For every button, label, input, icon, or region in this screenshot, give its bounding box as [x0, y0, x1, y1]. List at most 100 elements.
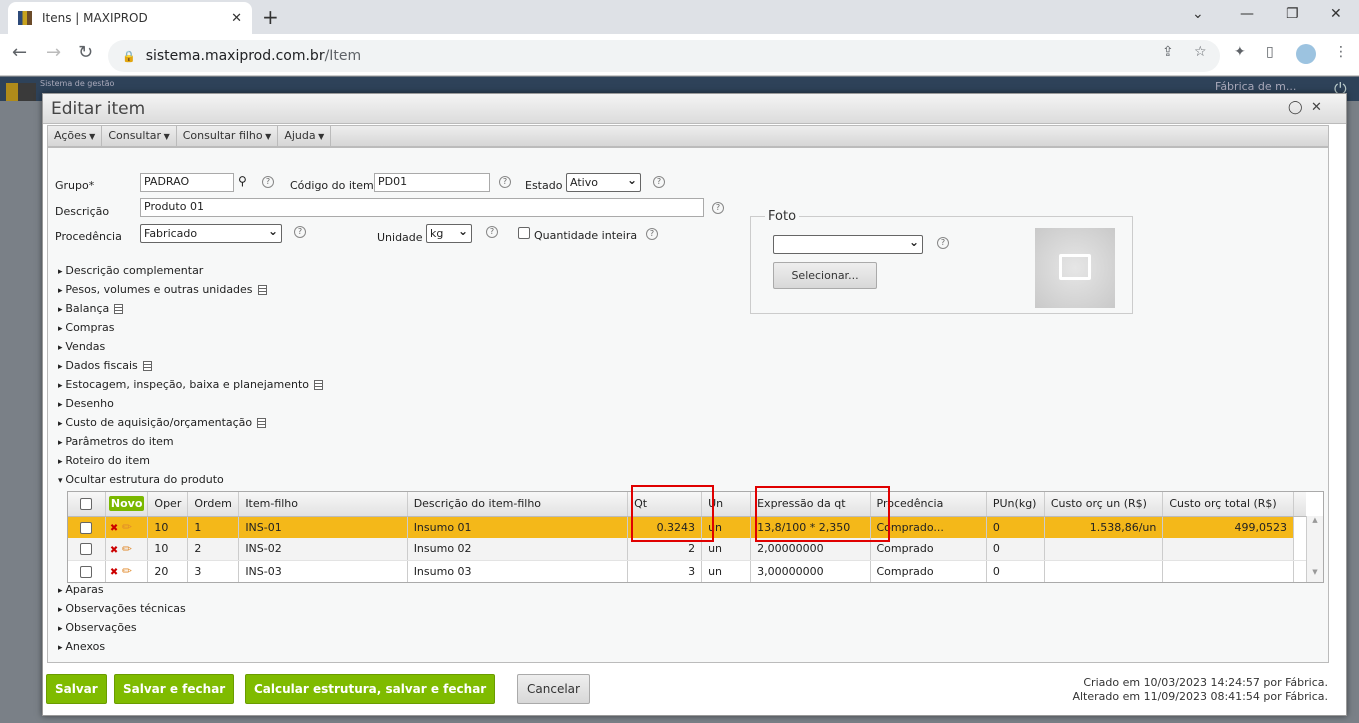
cancelar-button[interactable]: Cancelar [517, 674, 590, 704]
menu-consultar-filho[interactable]: Consultar filho [177, 126, 279, 146]
user-name[interactable]: Fábrica de m... [1215, 80, 1296, 93]
grid-cell [1162, 560, 1294, 582]
help-icon[interactable]: ? [653, 176, 665, 188]
row-checkbox[interactable] [80, 543, 93, 556]
unidade-select[interactable]: kg [426, 224, 472, 243]
reload-icon[interactable]: ↻ [78, 42, 93, 63]
section-label: Custo de aquisição/orçamentação [65, 416, 253, 429]
tab-search-icon[interactable]: ⌄ [1192, 6, 1204, 22]
section-toggle[interactable]: Custo de aquisição/orçamentação [58, 416, 267, 429]
edit-pencil-icon[interactable]: ✏ [122, 564, 132, 578]
row-checkbox[interactable] [80, 565, 93, 578]
delete-icon[interactable]: ✖ [110, 545, 118, 556]
foto-fieldset: Foto ? Selecionar... [750, 209, 1133, 314]
menu-consultar[interactable]: Consultar [102, 126, 177, 146]
section-toggle[interactable]: Vendas [58, 340, 105, 353]
new-tab-button[interactable]: + [262, 5, 279, 29]
grupo-input[interactable]: PADRAO [140, 173, 234, 192]
column-header[interactable]: Custo orç total (R$) [1162, 492, 1294, 517]
back-icon[interactable]: ← [12, 42, 27, 63]
column-header-spacer [1293, 492, 1306, 517]
selecionar-foto-button[interactable]: Selecionar... [773, 262, 877, 289]
bookmark-star-icon[interactable]: ☆ [1194, 44, 1207, 60]
share-icon[interactable]: ⇪ [1162, 44, 1174, 60]
browser-tab[interactable]: Itens | MAXIPROD ✕ [8, 2, 252, 34]
section-label: Descrição complementar [65, 264, 204, 277]
edit-item-dialog: Editar item ◯ ✕ Ações Consultar Consulta… [42, 93, 1347, 716]
grid-cell [1162, 538, 1294, 561]
grid-cell: Comprado [870, 560, 987, 582]
section-toggle[interactable]: Aparas [58, 583, 103, 596]
column-header[interactable]: Oper [147, 492, 189, 517]
url-input[interactable]: 🔒 sistema.maxiprod.com.br/Item [108, 40, 1220, 72]
section-toggle[interactable]: Descrição complementar [58, 264, 203, 277]
quantidade-inteira-checkbox[interactable] [518, 227, 530, 239]
section-toggle[interactable]: Roteiro do item [58, 454, 150, 467]
section-toggle[interactable]: Estocagem, inspeção, baixa e planejament… [58, 378, 323, 391]
section-toggle[interactable]: Pesos, volumes e outras unidades [58, 283, 267, 296]
column-header[interactable]: PUn(kg) [986, 492, 1045, 517]
menu-ajuda[interactable]: Ajuda [278, 126, 332, 146]
column-header[interactable]: Descrição do item-filho [407, 492, 629, 517]
row-spacer [1293, 516, 1306, 538]
edit-pencil-icon[interactable]: ✏ [122, 542, 132, 556]
section-toggle[interactable]: Ocultar estrutura do produto [58, 473, 224, 486]
codigo-input[interactable]: PD01 [374, 173, 490, 192]
section-toggle[interactable]: Compras [58, 321, 114, 334]
section-toggle[interactable]: Dados fiscais [58, 359, 152, 372]
section-label: Estocagem, inspeção, baixa e planejament… [65, 378, 309, 391]
descricao-input[interactable]: Produto 01 [140, 198, 704, 217]
restore-icon[interactable]: ❐ [1286, 6, 1299, 22]
comment-icon[interactable]: ◯ [1288, 100, 1303, 115]
edit-pencil-icon[interactable]: ✏ [122, 520, 132, 534]
section-toggle[interactable]: Anexos [58, 640, 105, 653]
section-toggle[interactable]: Parâmetros do item [58, 435, 173, 448]
section-label: Observações técnicas [65, 602, 186, 615]
foto-legend: Foto [765, 209, 800, 224]
salvar-button[interactable]: Salvar [46, 674, 107, 704]
system-label: Sistema de gestão [40, 79, 115, 88]
delete-icon[interactable]: ✖ [110, 523, 118, 534]
grid-cell: 0 [986, 516, 1045, 538]
profile-avatar[interactable] [1296, 44, 1316, 64]
calcular-estrutura-button[interactable]: Calcular estrutura, salvar e fechar [245, 674, 496, 704]
search-icon[interactable]: ⚲ [238, 174, 247, 188]
extensions-icon[interactable]: ✦ [1234, 44, 1246, 60]
help-icon[interactable]: ? [262, 176, 274, 188]
section-toggle[interactable]: Observações técnicas [58, 602, 186, 615]
select-all-checkbox[interactable] [80, 498, 93, 511]
close-tab-icon[interactable]: ✕ [231, 11, 242, 26]
column-header[interactable]: Custo orç un (R$) [1044, 492, 1164, 517]
menu-acoes[interactable]: Ações [48, 126, 103, 146]
salvar-e-fechar-button[interactable]: Salvar e fechar [114, 674, 235, 704]
foto-select[interactable] [773, 235, 923, 254]
help-icon[interactable]: ? [937, 237, 949, 249]
side-panel-icon[interactable]: ▯ [1266, 44, 1274, 60]
grid-cell: 10 [147, 516, 189, 538]
grid-scrollbar[interactable]: ▲ ▼ [1306, 516, 1323, 582]
descricao-label: Descrição [55, 205, 110, 218]
column-header[interactable]: Item-filho [238, 492, 408, 517]
minimize-icon[interactable]: — [1240, 6, 1254, 22]
close-window-icon[interactable]: ✕ [1330, 6, 1342, 22]
delete-icon[interactable]: ✖ [110, 567, 118, 578]
section-toggle[interactable]: Balança [58, 302, 124, 315]
section-toggle[interactable]: Desenho [58, 397, 113, 410]
forward-icon[interactable]: → [46, 42, 61, 63]
help-icon[interactable]: ? [712, 202, 724, 214]
close-dialog-icon[interactable]: ✕ [1311, 100, 1322, 115]
section-toggle[interactable]: Observações [58, 621, 136, 634]
row-checkbox[interactable] [80, 521, 93, 534]
column-header[interactable]: Ordem [187, 492, 240, 517]
row-select-cell [68, 516, 106, 538]
help-icon[interactable]: ? [499, 176, 511, 188]
novo-button[interactable]: Novo [108, 496, 145, 512]
help-icon[interactable]: ? [294, 226, 306, 238]
grid-row[interactable]: ✖ ✏ 20 3 INS-03 Insumo 03 3 un 3,00000000 Compra… [68, 560, 1306, 582]
help-icon[interactable]: ? [646, 228, 658, 240]
procedencia-select[interactable]: Fabricado [140, 224, 282, 243]
estado-select[interactable]: Ativo [566, 173, 641, 192]
browser-menu-icon[interactable]: ⋮ [1334, 44, 1348, 60]
section-label: Ocultar estrutura do produto [65, 473, 224, 486]
help-icon[interactable]: ? [486, 226, 498, 238]
